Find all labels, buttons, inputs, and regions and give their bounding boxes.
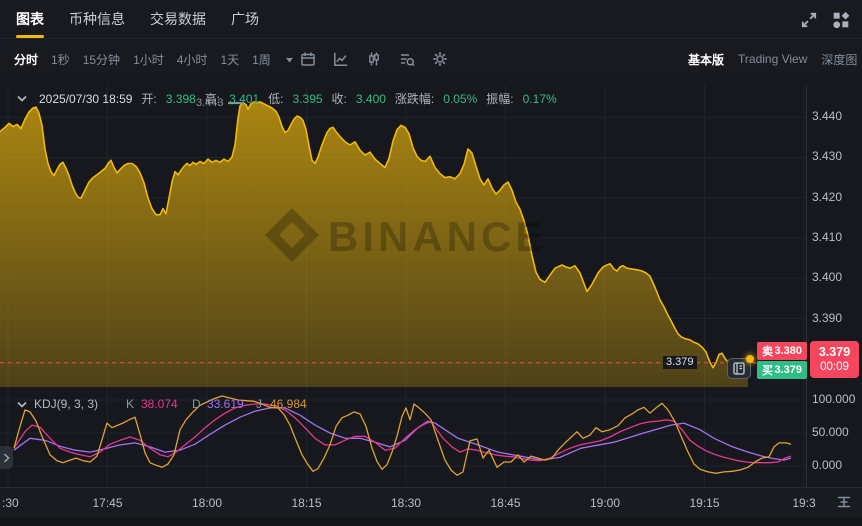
time-tick-label: 18:15 xyxy=(291,496,321,510)
candle-countdown: 00:09 xyxy=(820,360,849,374)
ohlc-info-row: 2025/07/30 18:59 开: 3.398 高: 3.401 低: 3.… xyxy=(16,90,557,107)
change-label: 涨跌幅: xyxy=(395,90,434,107)
low-value: 3.395 xyxy=(293,92,323,106)
price-tick-label: 3.440 xyxy=(812,109,842,123)
price-axis-divider xyxy=(806,85,807,517)
time-axis[interactable]: :30 17:45 18:00 18:15 18:30 18:45 19:00 19:15 19… xyxy=(0,487,862,517)
price-tick-label: 3.430 xyxy=(812,149,842,163)
last-price-value: 3.379 xyxy=(819,345,850,361)
kdj-k-value: 38.074 xyxy=(141,397,178,411)
chevron-right-icon xyxy=(3,453,10,463)
amplitude-label: 振幅: xyxy=(486,90,513,107)
panel-expand-handle[interactable] xyxy=(0,446,13,469)
price-chart-canvas[interactable]: BINANCE xyxy=(0,0,862,526)
collapse-chevron-icon[interactable] xyxy=(16,94,28,104)
kdj-title[interactable]: KDJ(9, 3, 3) xyxy=(34,397,98,411)
kdj-d-value: 33.619 xyxy=(207,397,244,411)
price-tick-label: 3.420 xyxy=(812,190,842,204)
watermark-text: BINANCE xyxy=(328,213,547,260)
time-tick-label: 19:00 xyxy=(590,496,620,510)
time-tick-label: 19:15 xyxy=(689,496,719,510)
time-tick-label: 18:30 xyxy=(391,496,421,510)
order-details-icon xyxy=(733,362,745,375)
session-high-label: 3.443 xyxy=(196,97,224,109)
kdj-j-label: J xyxy=(256,397,262,411)
low-label: 低: xyxy=(268,90,283,107)
price-tick-label: 3.390 xyxy=(812,311,842,325)
buy-price-badge[interactable]: 买 3.379 xyxy=(757,361,807,379)
trading-chart-window: 图表 币种信息 交易数据 广场 分时 1秒 15分钟 1小时 4小时 1天 xyxy=(0,0,862,526)
kdj-tick-label: 100.000 xyxy=(812,392,855,406)
kdj-j-value: 46.984 xyxy=(270,397,307,411)
kdj-collapse-chevron-icon[interactable] xyxy=(16,400,28,410)
price-tick-label: 3.400 xyxy=(812,270,842,284)
sell-label: 卖 xyxy=(762,343,773,359)
bottom-edge-band xyxy=(0,517,862,526)
last-price-line-label: 3.379 xyxy=(663,356,697,369)
sell-price-badge[interactable]: 卖 3.380 xyxy=(757,342,807,360)
change-value: 0.05% xyxy=(443,92,477,106)
last-price-axis-badge: 3.379 00:09 xyxy=(810,341,859,378)
kdj-tick-label: 50.000 xyxy=(812,425,849,439)
time-tick-label: 17:45 xyxy=(92,496,122,510)
close-value: 3.400 xyxy=(356,92,386,106)
open-label: 开: xyxy=(141,90,156,107)
time-tick-label: :30 xyxy=(2,496,19,510)
sell-price: 3.380 xyxy=(774,345,802,357)
ohlc-datetime: 2025/07/30 18:59 xyxy=(39,92,132,106)
price-tick-label: 3.410 xyxy=(812,230,842,244)
time-tick-label: 18:45 xyxy=(490,496,520,510)
kdj-d-label: D xyxy=(192,397,201,411)
close-label: 收: xyxy=(332,90,347,107)
amplitude-value: 0.17% xyxy=(523,92,557,106)
open-value: 3.398 xyxy=(166,92,196,106)
buy-label: 买 xyxy=(762,362,773,378)
time-tick-label: 18:00 xyxy=(192,496,222,510)
time-tick-label: 19:3 xyxy=(792,496,815,510)
kdj-indicator-header: KDJ(9, 3, 3) K 38.074 D 33.619 J 46.984 xyxy=(0,397,800,413)
last-price-dot xyxy=(746,355,754,363)
buy-price: 3.379 xyxy=(774,364,802,376)
kdj-k-label: K xyxy=(126,397,134,411)
high-value: 3.401 xyxy=(229,92,259,106)
axis-settings-icon[interactable] xyxy=(835,493,853,511)
kdj-tick-label: 0.000 xyxy=(812,458,842,472)
